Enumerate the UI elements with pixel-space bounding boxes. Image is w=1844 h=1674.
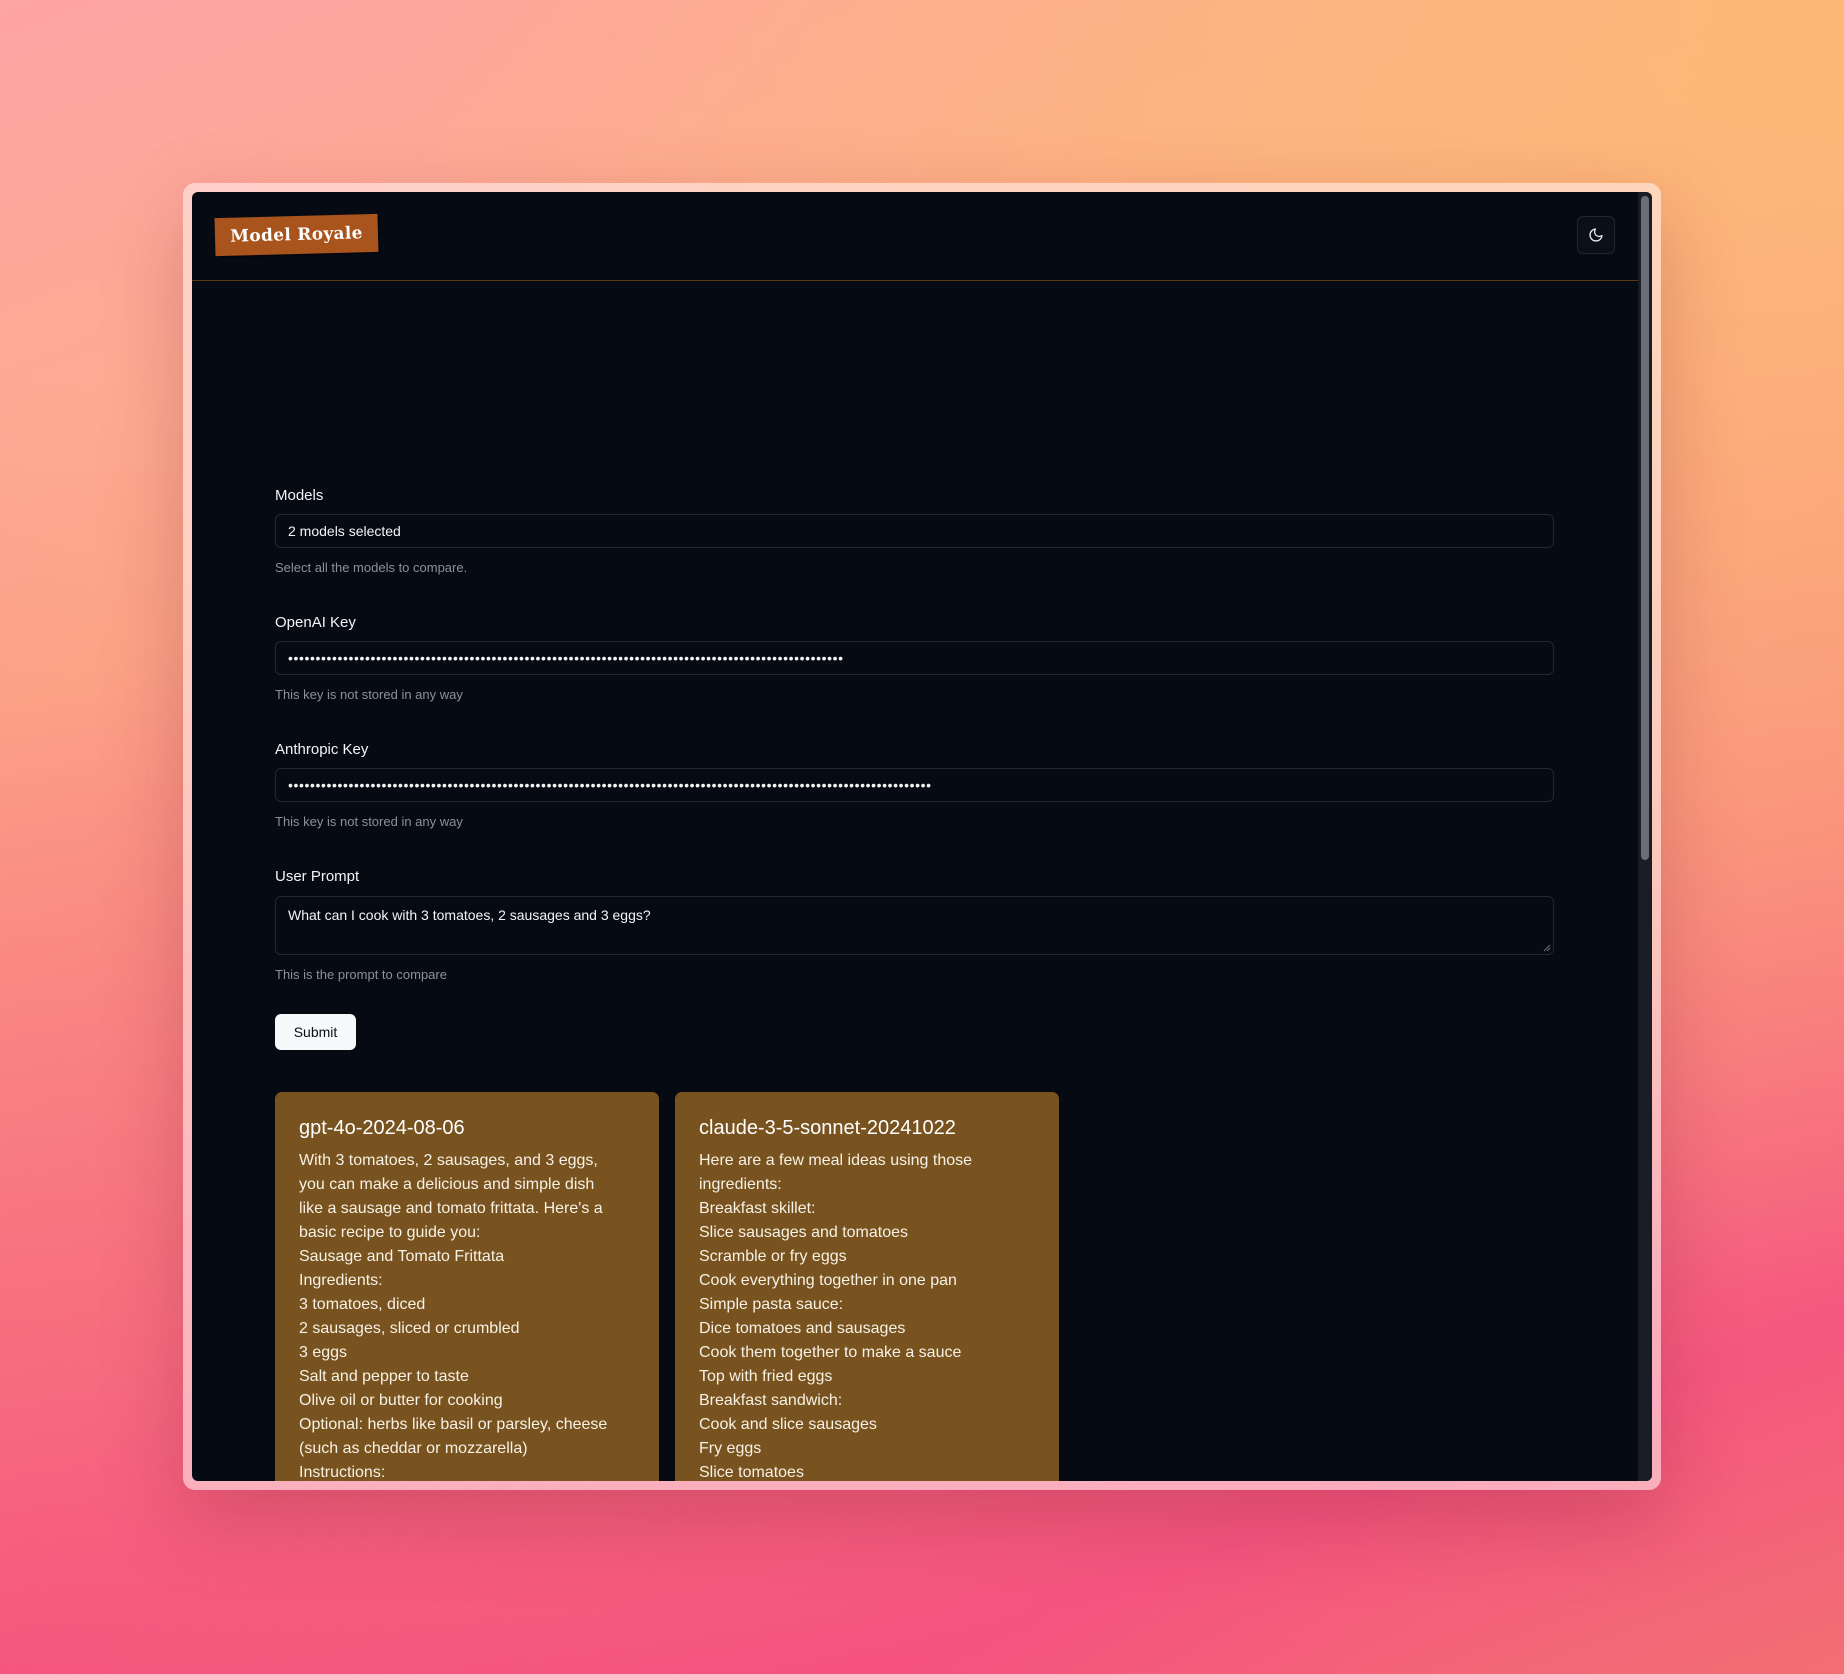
result-line: Olive oil or butter for cooking bbox=[299, 1392, 503, 1409]
app-logo-text: Model Royale bbox=[230, 223, 363, 247]
result-line: Salt and pepper to taste bbox=[299, 1368, 469, 1385]
result-line: Ingredients: bbox=[299, 1272, 383, 1289]
moon-icon bbox=[1589, 228, 1603, 242]
result-line: basic recipe to guide you: bbox=[299, 1224, 481, 1241]
result-line: you can make a delicious and simple dish bbox=[299, 1176, 595, 1193]
result-line: Slice tomatoes bbox=[699, 1464, 804, 1481]
result-card-body: Here are a few meal ideas using those in… bbox=[699, 1149, 1035, 1481]
openai-key-hint: This key is not stored in any way bbox=[275, 687, 463, 702]
models-select[interactable]: 2 models selected bbox=[275, 514, 1554, 548]
result-line: 3 tomatoes, diced bbox=[299, 1296, 426, 1313]
app-logo[interactable]: Model Royale bbox=[214, 213, 379, 257]
result-line: Slice sausages and tomatoes bbox=[699, 1224, 909, 1241]
result-line: Simple pasta sauce: bbox=[699, 1296, 844, 1313]
result-line: Breakfast skillet: bbox=[699, 1200, 816, 1217]
result-line: like a sausage and tomato frittata. Here… bbox=[299, 1200, 603, 1217]
app-header: Model Royale bbox=[192, 192, 1638, 281]
result-card-gpt: gpt-4o-2024-08-06 With 3 tomatoes, 2 sau… bbox=[275, 1092, 659, 1481]
submit-button[interactable]: Submit bbox=[275, 1014, 356, 1050]
result-line: Here are a few meal ideas using those bbox=[699, 1152, 973, 1169]
result-line: Sausage and Tomato Frittata bbox=[299, 1248, 505, 1265]
user-prompt-textarea[interactable]: What can I cook with 3 tomatoes, 2 sausa… bbox=[275, 896, 1554, 955]
result-line: (such as cheddar or mozzarella) bbox=[299, 1440, 528, 1457]
openai-key-label: OpenAI Key bbox=[275, 614, 356, 631]
user-prompt-text: What can I cook with 3 tomatoes, 2 sausa… bbox=[288, 907, 651, 923]
result-line: With 3 tomatoes, 2 sausages, and 3 eggs, bbox=[299, 1152, 598, 1169]
anthropic-key-input[interactable]: ••••••••••••••••••••••••••••••••••••••••… bbox=[275, 768, 1554, 802]
models-label: Models bbox=[275, 487, 324, 504]
anthropic-key-label: Anthropic Key bbox=[275, 741, 369, 758]
scrollbar-thumb[interactable] bbox=[1641, 196, 1649, 860]
result-card-title: claude-3-5-sonnet-20241022 bbox=[699, 1117, 956, 1139]
result-line: Dice tomatoes and sausages bbox=[699, 1320, 906, 1337]
result-line: ingredients: bbox=[699, 1176, 782, 1193]
result-line: Instructions: bbox=[299, 1464, 386, 1481]
result-line: Fry eggs bbox=[699, 1440, 762, 1457]
result-card-body: With 3 tomatoes, 2 sausages, and 3 eggs,… bbox=[299, 1149, 635, 1481]
user-prompt-label: User Prompt bbox=[275, 868, 360, 885]
browser-frame: Model Royale Models 2 models selected Se… bbox=[183, 183, 1661, 1490]
result-line: Cook everything together in one pan bbox=[699, 1272, 957, 1289]
result-card-title: gpt-4o-2024-08-06 bbox=[299, 1117, 465, 1139]
result-line: Scramble or fry eggs bbox=[699, 1248, 847, 1265]
vertical-scrollbar[interactable] bbox=[1638, 192, 1652, 1481]
result-line: Breakfast sandwich: bbox=[699, 1392, 843, 1409]
app-window: Model Royale Models 2 models selected Se… bbox=[192, 192, 1652, 1481]
openai-key-input[interactable]: ••••••••••••••••••••••••••••••••••••••••… bbox=[275, 641, 1554, 675]
result-line: Cook them together to make a sauce bbox=[699, 1344, 962, 1361]
user-prompt-hint: This is the prompt to compare bbox=[275, 967, 447, 982]
result-line: 2 sausages, sliced or crumbled bbox=[299, 1320, 520, 1337]
result-line: Top with fried eggs bbox=[699, 1368, 833, 1385]
theme-toggle-button[interactable] bbox=[1577, 216, 1615, 254]
result-card-claude: claude-3-5-sonnet-20241022 Here are a fe… bbox=[675, 1092, 1059, 1481]
anthropic-key-hint: This key is not stored in any way bbox=[275, 814, 463, 829]
resize-grip-icon[interactable] bbox=[1543, 944, 1551, 952]
result-line: Cook and slice sausages bbox=[699, 1416, 877, 1433]
models-hint: Select all the models to compare. bbox=[275, 560, 468, 575]
result-line: 3 eggs bbox=[299, 1344, 348, 1361]
result-line: Optional: herbs like basil or parsley, c… bbox=[299, 1416, 608, 1433]
